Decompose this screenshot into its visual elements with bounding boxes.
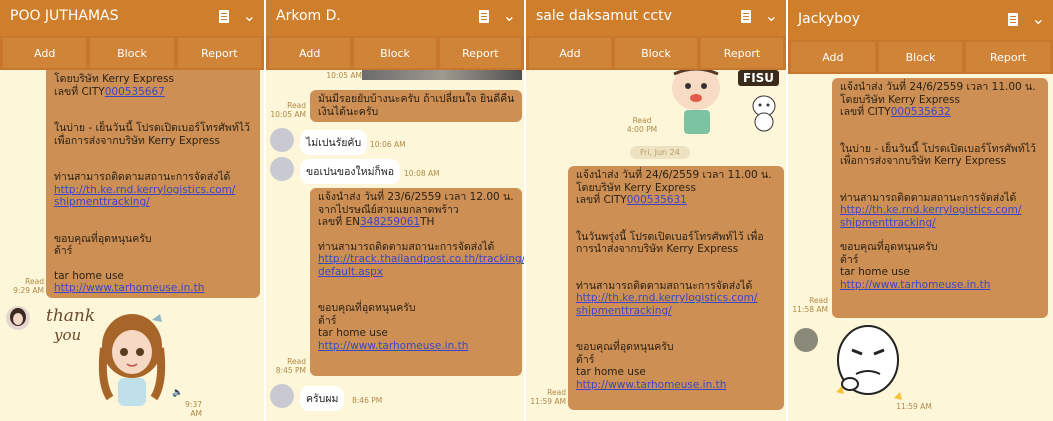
report-button[interactable]: Report <box>177 38 261 68</box>
tracking-number-link[interactable]: 000535632 <box>891 106 951 118</box>
outgoing-message: แจ้งนำส่ง วันที่ 23/6/2559 เวลา 12.00 น.… <box>310 188 524 376</box>
chevron-down-icon[interactable]: ⌄ <box>1032 11 1045 27</box>
action-bar: Add Block Report <box>788 40 1053 74</box>
block-button[interactable]: Block <box>90 38 174 68</box>
contact-name: Jackyboy <box>798 11 861 27</box>
message-meta: Read 8:45 PM <box>275 357 306 375</box>
tracking-number-link[interactable]: 000535667 <box>105 86 165 98</box>
report-button[interactable]: Report <box>439 38 521 68</box>
contact-name: POO JUTHAMAS <box>10 8 119 24</box>
report-button[interactable]: Report <box>701 38 783 68</box>
website-link[interactable]: http://www.tarhomeuse.in.th <box>576 379 726 391</box>
note-icon[interactable] <box>740 9 751 23</box>
tracking-url-link-cont[interactable]: default.aspx <box>318 266 383 278</box>
add-button[interactable]: Add <box>529 38 611 68</box>
chevron-down-icon[interactable]: ⌄ <box>243 8 256 24</box>
tracking-url-link-cont[interactable]: shipmenttracking/ <box>840 217 936 229</box>
contact-name: Arkom D. <box>276 8 341 24</box>
message-time: 10:05 AM <box>326 71 362 80</box>
smirk-face-icon <box>836 325 902 400</box>
contact-name: sale daksamut cctv <box>536 8 672 24</box>
message-meta: Read 11:58 AM <box>792 296 828 314</box>
message-meta: Read 9:29 AM <box>13 277 44 295</box>
website-link[interactable]: http://www.tarhomeuse.in.th <box>318 340 468 352</box>
avatar[interactable] <box>6 306 30 330</box>
block-button[interactable]: Block <box>615 38 697 68</box>
chat-panel-4: Jackyboy ⌄ Add Block Report แจ้งนำส่ง วั… <box>788 0 1053 421</box>
message-meta: Read 4:00 PM <box>626 116 658 134</box>
action-bar: Add Block Report <box>0 36 264 70</box>
chat-header: POO JUTHAMAS ⌄ <box>0 0 264 36</box>
chat-header: sale daksamut cctv ⌄ <box>526 0 786 36</box>
avatar[interactable] <box>794 328 818 352</box>
outgoing-message: มันมีรอยยับบ้างนะครับ ถ้าเปลี่ยนใจ ยินดี… <box>310 90 522 122</box>
girl-sticker-icon <box>98 314 166 406</box>
incoming-message: ขอเปนของใหม่ก็พอ <box>300 159 401 184</box>
chat-panel-1: POO JUTHAMAS ⌄ Add Block Report โดยบริษั… <box>0 0 264 421</box>
incoming-message: ไม่เปนรัยคับ <box>300 130 368 155</box>
chat-header: Arkom D. ⌄ <box>266 0 524 36</box>
website-link[interactable]: http://www.tarhomeuse.in.th <box>840 279 990 291</box>
outgoing-message: แจ้งนำส่ง วันที่ 24/6/2559 เวลา 11.00 น.… <box>832 78 1048 318</box>
speaker-icon[interactable]: 🔈 <box>172 388 183 398</box>
report-button[interactable]: Report <box>966 42 1051 72</box>
photo-message[interactable] <box>362 70 522 80</box>
block-button[interactable]: Block <box>354 38 436 68</box>
chevron-down-icon[interactable]: ⌄ <box>503 8 516 24</box>
chat-panel-2: Arkom D. ⌄ Add Block Report 10:05 AM มัน… <box>266 0 524 421</box>
outgoing-message: โดยบริษัท Kerry Express เลขที่ CITY00053… <box>46 70 260 298</box>
note-icon[interactable] <box>1007 12 1018 26</box>
tracking-url-link[interactable]: http://th.ke.rnd.kerrylogistics.com/ <box>840 204 1021 216</box>
tracking-url-link[interactable]: http://track.thailandpost.co.th/tracking… <box>318 253 524 265</box>
tracking-number-link[interactable]: 348259061 <box>360 216 420 228</box>
dog-icon <box>752 95 776 132</box>
character-sticker: FISU <box>666 70 786 136</box>
message-time: 8:46 PM <box>352 396 383 405</box>
tracking-url-link-cont[interactable]: shipmenttracking/ <box>576 305 672 317</box>
tracking-url-link[interactable]: http://th.ke.rnd.kerrylogistics.com/ <box>576 292 757 304</box>
thank-you-sticker: thank you <box>40 302 180 414</box>
avatar[interactable] <box>270 157 294 181</box>
message-time: 10:06 AM <box>370 140 406 149</box>
message-time: 9:37 AM <box>185 400 202 418</box>
avatar[interactable] <box>270 384 294 408</box>
incoming-message: ครับผม <box>300 386 345 411</box>
chat-area: 10:05 AM มันมีรอยยับบ้างนะครับ ถ้าเปลี่ย… <box>266 70 524 421</box>
add-button[interactable]: Add <box>269 38 351 68</box>
message-time: 10:08 AM <box>404 169 440 178</box>
chat-panel-3: sale daksamut cctv ⌄ Add Block Report FI… <box>526 0 786 421</box>
tracking-url-link[interactable]: http://th.ke.rnd.kerrylogistics.com/ <box>54 184 235 196</box>
chat-area: แจ้งนำส่ง วันที่ 24/6/2559 เวลา 11.00 น.… <box>788 74 1053 421</box>
chat-area: FISU Read 4:00 PM Fri, Jun 24 แจ้งนำส่ง ว… <box>526 70 786 421</box>
avatar[interactable] <box>270 128 294 152</box>
action-bar: Add Block Report <box>526 36 786 70</box>
cartoon-face-icon <box>672 70 720 134</box>
chat-header: Jackyboy ⌄ <box>788 0 1053 40</box>
add-button[interactable]: Add <box>3 38 87 68</box>
message-time: 11:59 AM <box>896 402 932 411</box>
chat-area: โดยบริษัท Kerry Express เลขที่ CITY00053… <box>0 70 264 421</box>
date-separator: Fri, Jun 24 <box>630 146 690 159</box>
tracking-number-link[interactable]: 000535631 <box>627 194 687 206</box>
sticker-label: FISU <box>738 70 780 86</box>
message-meta: Read 10:05 AM <box>270 101 306 119</box>
tracking-url-link-cont[interactable]: shipmenttracking/ <box>54 196 150 208</box>
chevron-down-icon[interactable]: ⌄ <box>765 8 778 24</box>
note-icon[interactable] <box>218 9 229 23</box>
message-meta: Read 11:59 AM <box>530 388 566 406</box>
note-icon[interactable] <box>478 9 489 23</box>
block-button[interactable]: Block <box>878 42 963 72</box>
outgoing-message: แจ้งนำส่ง วันที่ 24/6/2559 เวลา 11.00 น.… <box>568 166 784 410</box>
action-bar: Add Block Report <box>266 36 524 70</box>
character-sticker <box>828 322 908 408</box>
website-link[interactable]: http://www.tarhomeuse.in.th <box>54 282 204 294</box>
add-button[interactable]: Add <box>791 42 875 72</box>
